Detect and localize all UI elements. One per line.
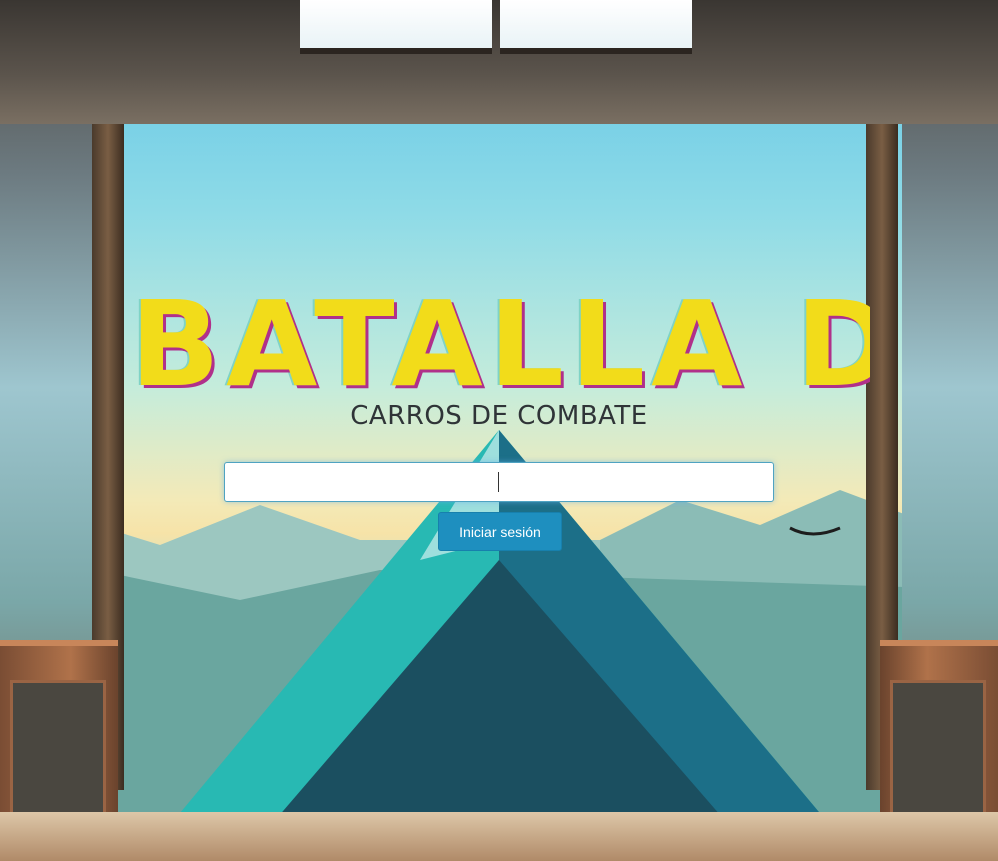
login-input[interactable] xyxy=(224,462,774,502)
logo-subtitle: CARROS DE COMBATE xyxy=(350,401,648,431)
skylight-right xyxy=(500,0,692,54)
logo-title: BATALLA DE xyxy=(130,289,870,399)
skylight-left xyxy=(300,0,492,54)
login-button[interactable]: Iniciar sesión xyxy=(438,512,562,551)
text-caret xyxy=(498,472,499,492)
floor xyxy=(0,812,998,861)
ceiling xyxy=(0,0,998,124)
